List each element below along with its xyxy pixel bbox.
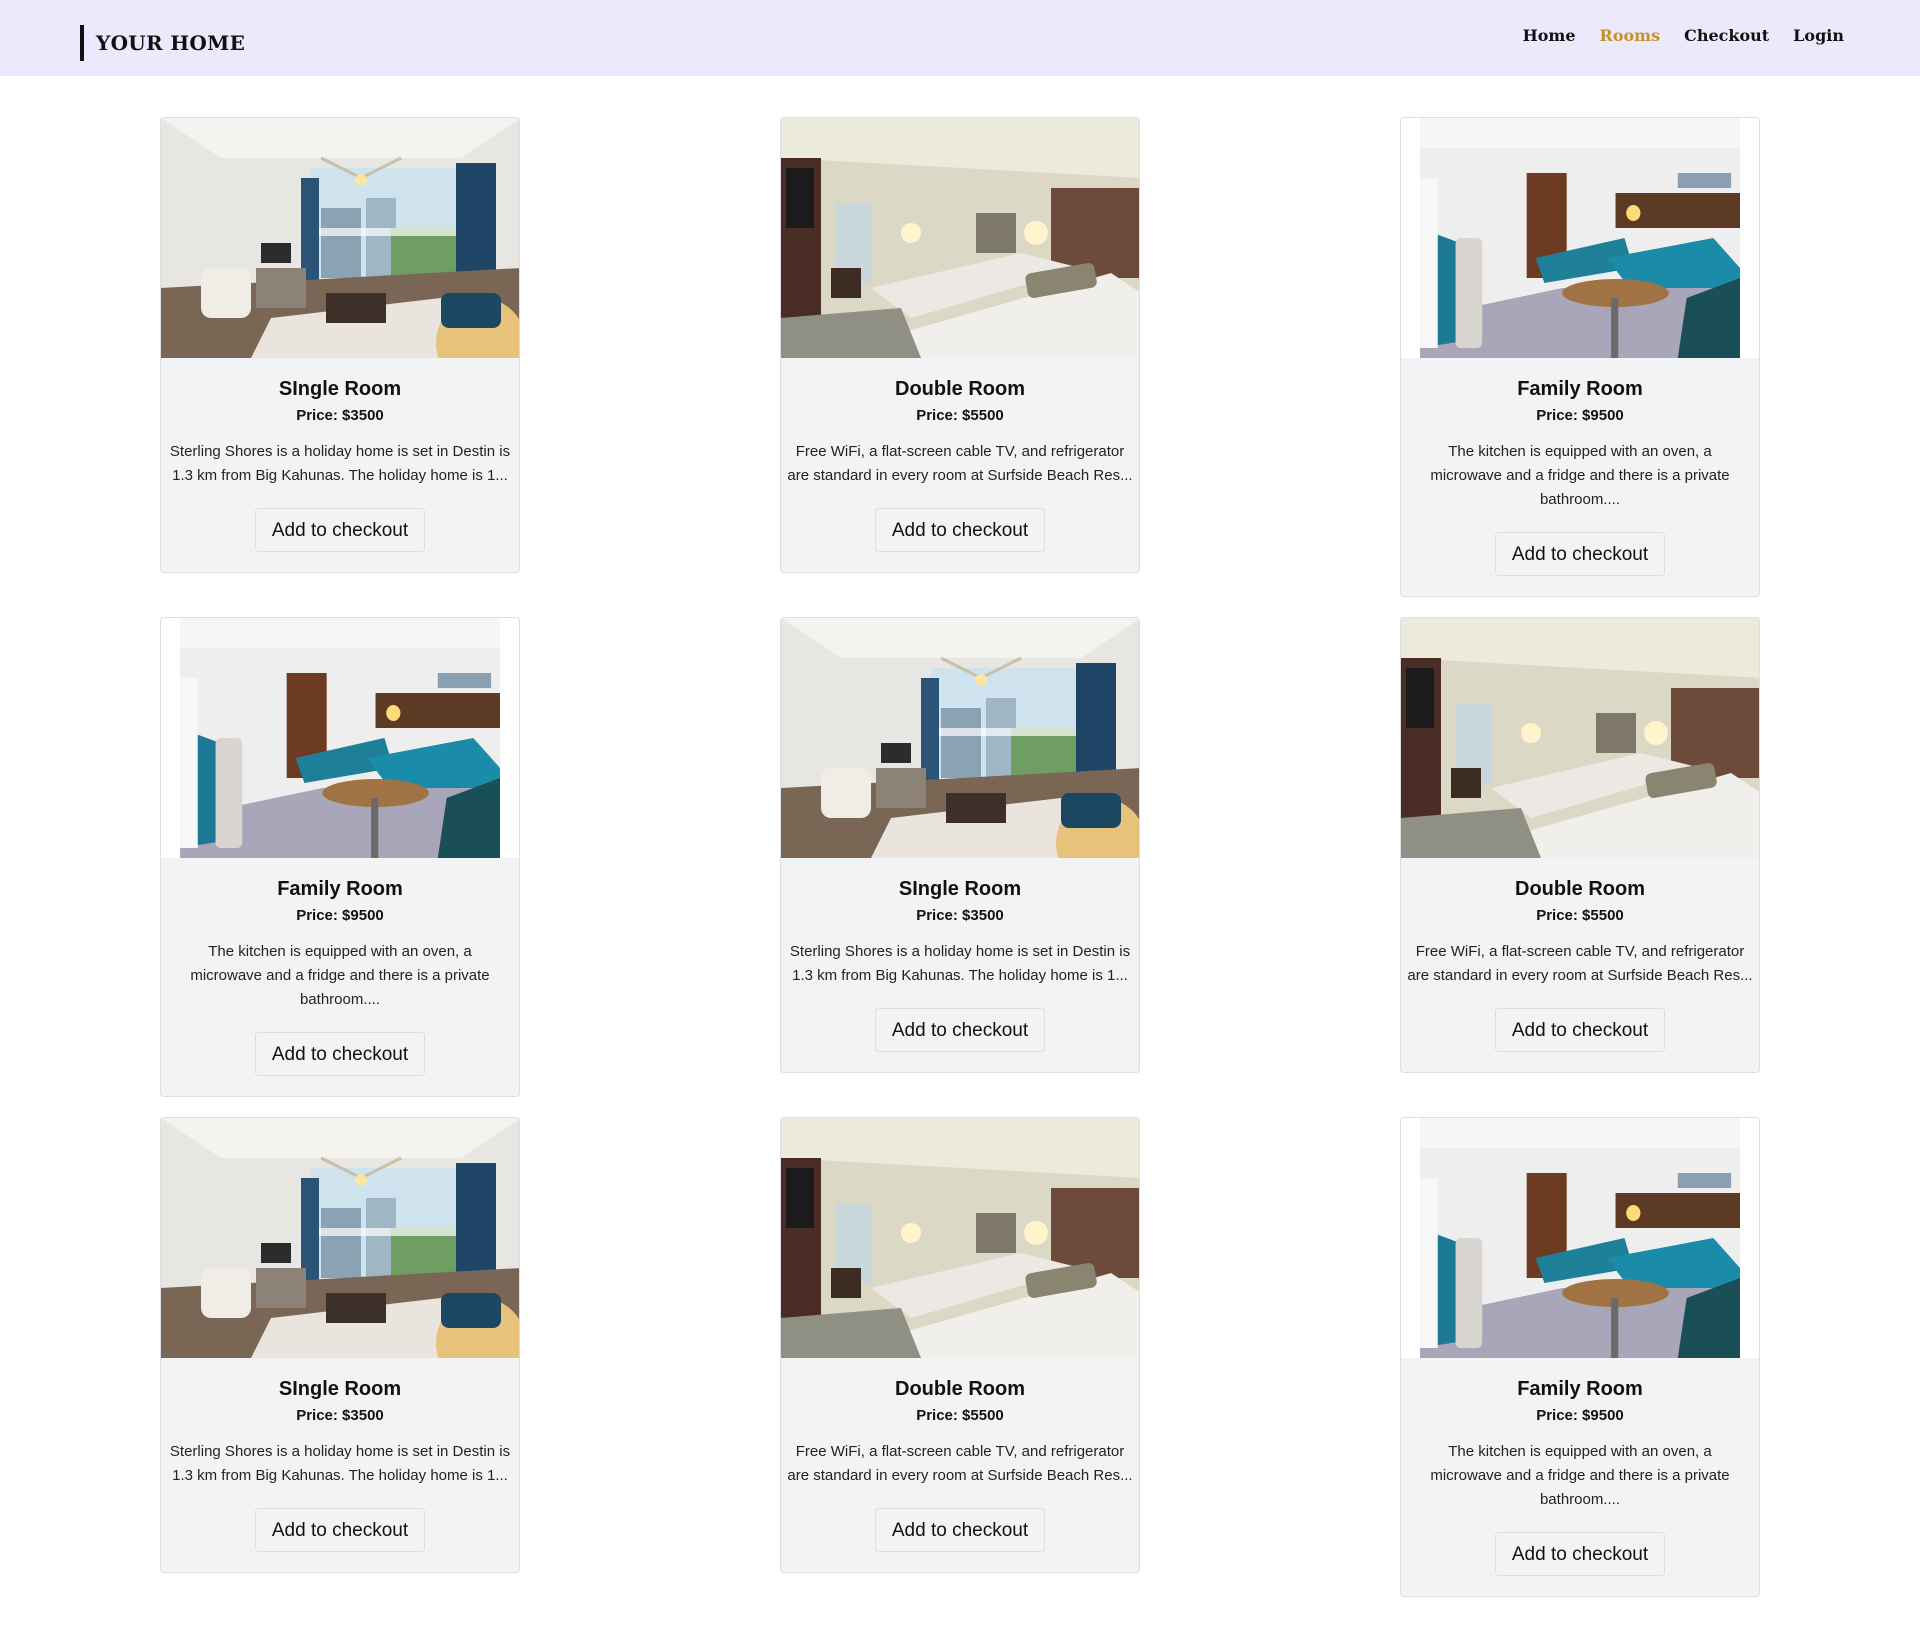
room-price: Price: $5500	[1536, 907, 1624, 924]
room-card: Double Room Price: $5500 Free WiFi, a flat…	[780, 1117, 1140, 1573]
nav-link-rooms[interactable]: Rooms	[1600, 26, 1661, 45]
add-to-checkout-button[interactable]: Add to checkout	[874, 1508, 1046, 1552]
room-price: Price: $9500	[296, 907, 384, 924]
room-description-line: 1.3 km from Big Kahunas. The holiday hom…	[172, 1467, 508, 1484]
room-card: SIngle Room Price: $3500 Sterling Shores i…	[780, 617, 1140, 1073]
room-image	[781, 118, 1139, 358]
room-description-line: bathroom....	[1539, 1491, 1621, 1508]
room-image	[161, 118, 519, 358]
room-description: The kitchen is equipped with an oven, a m…	[1403, 1440, 1757, 1512]
room-title: Family Room	[277, 878, 403, 900]
room-card: Family Room Price: $9500 The kitchen is eq…	[160, 617, 520, 1097]
room-description-line: The kitchen is equipped with an oven, a	[208, 943, 472, 960]
room-title: SIngle Room	[278, 378, 402, 400]
add-to-checkout-button[interactable]: Add to checkout	[874, 1008, 1046, 1052]
nav-links: Home Rooms Checkout Login	[1523, 26, 1844, 45]
room-description-line: The kitchen is equipped with an oven, a	[1448, 1443, 1712, 1460]
room-image	[161, 1118, 519, 1358]
add-to-checkout-button[interactable]: Add to checkout	[1494, 1532, 1666, 1576]
room-description: Sterling Shores is a holiday home is set…	[163, 1440, 517, 1488]
room-description-line: microwave and a fridge and there is a pr…	[190, 967, 490, 984]
room-price: Price: $3500	[296, 407, 384, 424]
room-description-line: microwave and a fridge and there is a pr…	[1430, 1467, 1730, 1484]
room-description: The kitchen is equipped with an oven, a m…	[163, 940, 517, 1012]
room-description-line: bathroom....	[299, 991, 381, 1008]
add-to-checkout-button[interactable]: Add to checkout	[254, 508, 426, 552]
room-description-line: bathroom....	[1539, 491, 1621, 508]
room-description-line: Free WiFi, a flat-screen cable TV, and r…	[795, 1443, 1125, 1460]
add-to-checkout-button[interactable]: Add to checkout	[254, 1508, 426, 1552]
room-price: Price: $9500	[1536, 407, 1624, 424]
room-description-line: are standard in every room at Surfside B…	[787, 467, 1133, 484]
room-description: The kitchen is equipped with an oven, a m…	[1403, 440, 1757, 512]
room-card: SIngle Room Price: $3500 Sterling Shores i…	[160, 117, 520, 573]
room-card: Double Room Price: $5500 Free WiFi, a flat…	[780, 117, 1140, 573]
room-price: Price: $3500	[296, 1407, 384, 1424]
room-description-line: 1.3 km from Big Kahunas. The holiday hom…	[792, 967, 1128, 984]
nav-link-home[interactable]: Home	[1523, 26, 1576, 45]
navbar: YOUR HOME Home Rooms Checkout Login	[0, 0, 1920, 76]
room-card: Family Room Price: $9500 The kitchen is eq…	[1400, 117, 1760, 597]
room-price: Price: $9500	[1536, 1407, 1624, 1424]
room-description-line: Free WiFi, a flat-screen cable TV, and r…	[1415, 943, 1745, 960]
nav-link-login[interactable]: Login	[1793, 26, 1844, 45]
room-grid: SIngle Room Price: $3500 Sterling Shores i…	[0, 76, 1920, 1597]
room-description-line: are standard in every room at Surfside B…	[1407, 967, 1753, 984]
room-description-line: The kitchen is equipped with an oven, a	[1448, 443, 1712, 460]
room-description-line: Sterling Shores is a holiday home is set…	[789, 943, 1131, 960]
room-description-line: are standard in every room at Surfside B…	[787, 1467, 1133, 1484]
add-to-checkout-button[interactable]: Add to checkout	[1494, 1008, 1666, 1052]
room-card: Double Room Price: $5500 Free WiFi, a flat…	[1400, 617, 1760, 1073]
room-image	[1401, 118, 1759, 358]
room-description-line: Free WiFi, a flat-screen cable TV, and r…	[795, 443, 1125, 460]
room-image	[1401, 1118, 1759, 1358]
room-title: SIngle Room	[898, 878, 1022, 900]
room-price: Price: $3500	[916, 907, 1004, 924]
room-title: Double Room	[1515, 878, 1645, 900]
room-image	[781, 1118, 1139, 1358]
add-to-checkout-button[interactable]: Add to checkout	[1494, 532, 1666, 576]
room-description-line: microwave and a fridge and there is a pr…	[1430, 467, 1730, 484]
room-description: Free WiFi, a flat-screen cable TV, and r…	[783, 440, 1137, 488]
add-to-checkout-button[interactable]: Add to checkout	[874, 508, 1046, 552]
room-description: Free WiFi, a flat-screen cable TV, and r…	[1403, 940, 1757, 988]
room-image	[781, 618, 1139, 858]
room-description: Sterling Shores is a holiday home is set…	[163, 440, 517, 488]
room-price: Price: $5500	[916, 407, 1004, 424]
add-to-checkout-button[interactable]: Add to checkout	[254, 1032, 426, 1076]
room-description-line: Sterling Shores is a holiday home is set…	[169, 1443, 511, 1460]
room-price: Price: $5500	[916, 1407, 1004, 1424]
room-description: Sterling Shores is a holiday home is set…	[783, 940, 1137, 988]
room-title: Family Room	[1517, 378, 1643, 400]
room-title: Family Room	[1517, 1378, 1643, 1400]
room-image	[1401, 618, 1759, 858]
room-title: Double Room	[895, 378, 1025, 400]
room-description: Free WiFi, a flat-screen cable TV, and r…	[783, 1440, 1137, 1488]
room-description-line: Sterling Shores is a holiday home is set…	[169, 443, 511, 460]
room-description-line: 1.3 km from Big Kahunas. The holiday hom…	[172, 467, 508, 484]
room-title: SIngle Room	[278, 1378, 402, 1400]
room-title: Double Room	[895, 1378, 1025, 1400]
room-card: Family Room Price: $9500 The kitchen is eq…	[1400, 1117, 1760, 1597]
nav-link-checkout[interactable]: Checkout	[1684, 26, 1769, 45]
room-image	[161, 618, 519, 858]
brand-logo[interactable]: YOUR HOME	[80, 25, 245, 61]
room-card: SIngle Room Price: $3500 Sterling Shores i…	[160, 1117, 520, 1573]
